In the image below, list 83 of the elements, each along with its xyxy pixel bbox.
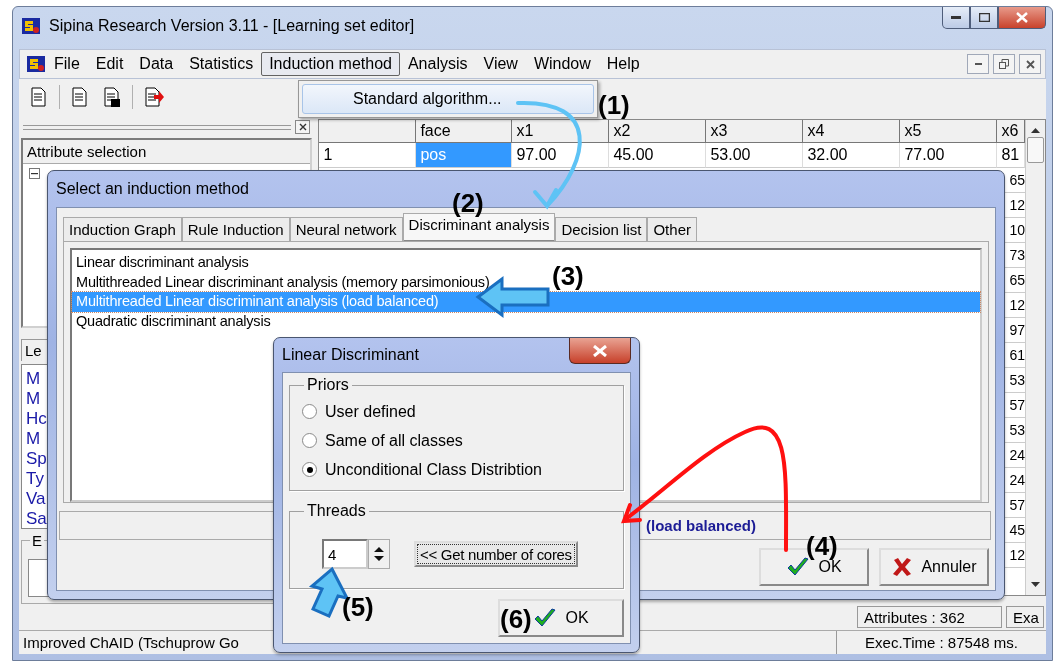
arrow-down-icon[interactable] bbox=[1031, 582, 1040, 587]
menu-item[interactable]: Analysis bbox=[399, 52, 476, 76]
menu-item[interactable]: Statistics bbox=[181, 52, 262, 76]
column-header[interactable]: x3 bbox=[706, 120, 804, 143]
dialog-title: Select an induction method bbox=[56, 180, 249, 198]
spin-buttons[interactable] bbox=[368, 539, 390, 569]
table-cell: 77.00 bbox=[900, 143, 998, 168]
minimize-button[interactable] bbox=[942, 7, 970, 29]
step-label: (5) bbox=[342, 594, 374, 620]
tab[interactable]: Neural network bbox=[289, 217, 403, 241]
tab[interactable]: Induction Graph bbox=[63, 217, 182, 241]
column-header[interactable]: x5 bbox=[900, 120, 998, 143]
restore-icon bbox=[999, 59, 1009, 69]
menu-item[interactable]: Induction method bbox=[261, 52, 400, 76]
maximize-icon bbox=[978, 13, 990, 22]
tab[interactable]: Decision list bbox=[555, 217, 648, 241]
radio-option[interactable]: Unconditional Class Distribtion bbox=[302, 458, 611, 481]
column-header[interactable]: face bbox=[416, 120, 513, 143]
export-icon[interactable] bbox=[142, 86, 164, 108]
app-icon bbox=[21, 17, 41, 35]
cores-button[interactable]: << Get number of cores bbox=[414, 541, 578, 567]
table-cell: 81 bbox=[997, 143, 1025, 168]
status-panel: Attributes : 362 bbox=[857, 606, 1002, 628]
cross-icon bbox=[891, 556, 914, 578]
panel-title: Attribute selection bbox=[23, 140, 311, 164]
close-icon bbox=[1016, 12, 1028, 23]
close-button[interactable] bbox=[998, 7, 1046, 29]
radio-button[interactable] bbox=[302, 404, 317, 419]
list-item[interactable]: Linear discriminant analysis bbox=[72, 253, 253, 273]
table-cell: 45.00 bbox=[609, 143, 707, 168]
scrollbar[interactable] bbox=[1025, 120, 1045, 595]
minimize-icon bbox=[974, 63, 982, 65]
table-cell: pos bbox=[416, 143, 513, 168]
minimize-button[interactable] bbox=[967, 54, 989, 74]
list-item[interactable]: Quadratic discriminant analysis bbox=[72, 311, 275, 331]
close-icon bbox=[1025, 59, 1035, 69]
close-icon bbox=[298, 123, 307, 131]
radio-button[interactable] bbox=[302, 433, 317, 448]
menu-item[interactable]: Standard algorithm... bbox=[302, 84, 594, 114]
scroll-thumb[interactable] bbox=[1027, 137, 1044, 163]
restore-button[interactable] bbox=[993, 54, 1015, 74]
radio-option[interactable]: User defined bbox=[302, 400, 611, 423]
column-header[interactable]: x2 bbox=[609, 120, 707, 143]
step-label: (2) bbox=[452, 190, 484, 216]
maximize-button[interactable] bbox=[970, 7, 998, 29]
table-cell: 53.00 bbox=[706, 143, 804, 168]
dialog-title: Linear Discriminant bbox=[282, 346, 419, 364]
step-label: (3) bbox=[552, 263, 584, 289]
row-number: 1 bbox=[319, 143, 417, 168]
collapse-icon[interactable] bbox=[29, 168, 40, 179]
status-panel: Exa bbox=[1006, 606, 1044, 628]
list-item[interactable]: Multithreaded Linear discriminant analysis (memory parsimonious) bbox=[72, 272, 494, 292]
close-button[interactable] bbox=[569, 338, 631, 364]
minimize-icon bbox=[951, 16, 961, 19]
radio-option[interactable]: Same of all classes bbox=[302, 429, 611, 452]
tab[interactable]: Other bbox=[647, 217, 697, 241]
menu-item[interactable]: Help bbox=[598, 52, 648, 76]
cancel-button[interactable]: Annuler bbox=[879, 548, 989, 586]
column-header[interactable]: x1 bbox=[512, 120, 610, 143]
threads-field[interactable]: 4 bbox=[322, 539, 368, 569]
menu-item[interactable]: Edit bbox=[87, 52, 132, 76]
column-header[interactable]: x6 bbox=[997, 120, 1025, 143]
status-text: Exec.Time : 87548 ms. bbox=[836, 631, 1046, 654]
arrow-up-icon[interactable] bbox=[1031, 128, 1040, 133]
step-label: (1) bbox=[598, 92, 630, 118]
close-icon bbox=[593, 344, 607, 357]
document-icon bbox=[26, 55, 46, 73]
menu-item[interactable]: View bbox=[475, 52, 526, 76]
column-header[interactable]: x4 bbox=[803, 120, 901, 143]
tab[interactable]: Rule Induction bbox=[181, 217, 290, 241]
menu-item[interactable]: Window bbox=[525, 52, 599, 76]
menu-item[interactable]: Data bbox=[131, 52, 182, 76]
menu-item[interactable]: File bbox=[46, 52, 88, 76]
status-text: Improved ChAID (Tschuprow Go bbox=[22, 633, 240, 653]
close-button[interactable] bbox=[295, 120, 311, 134]
spin-arrows-icon bbox=[373, 546, 385, 562]
close-button[interactable] bbox=[1019, 54, 1041, 74]
radio-button[interactable] bbox=[302, 462, 317, 477]
table-cell: 32.00 bbox=[803, 143, 901, 168]
table-cell: 97.00 bbox=[512, 143, 610, 168]
save-icon[interactable] bbox=[101, 86, 123, 108]
step-label: (6) bbox=[500, 606, 532, 632]
window-title: Sipina Research Version 3.11 - [Learning set editor] bbox=[49, 17, 415, 35]
